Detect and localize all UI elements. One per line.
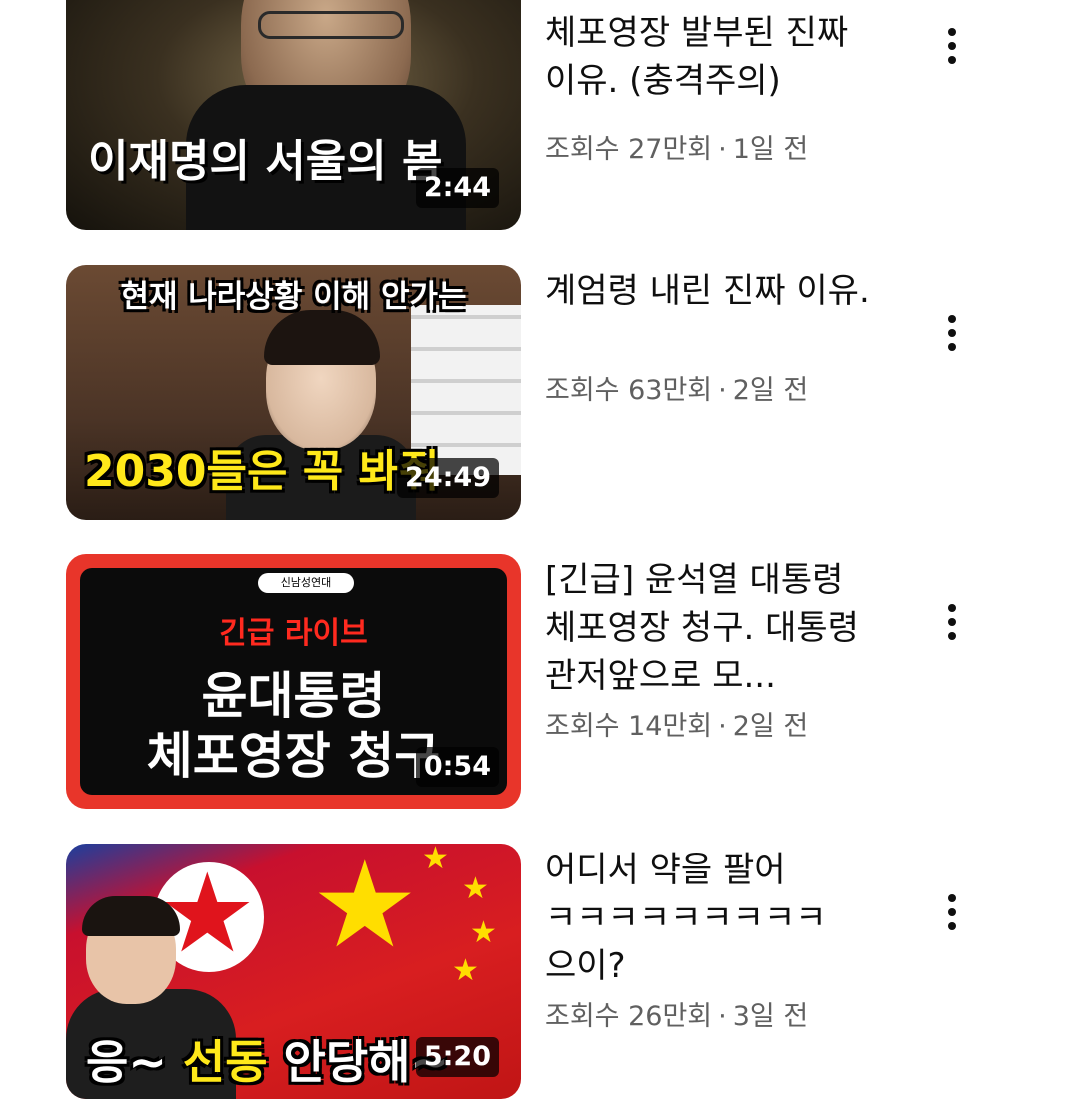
video-meta: 조회수 26만회 · 3일 전	[545, 994, 808, 1033]
video-item[interactable]: 현재 나라상황 이해 안가는 2030들은 꼭 봐줘 24:49 계엄령 내린 …	[0, 265, 1080, 525]
thumbnail-caption-top: 긴급 라이브	[219, 616, 368, 651]
thumbnail-badge: 신남성연대	[258, 573, 354, 593]
video-item[interactable]: ★ ★ ★ ★ ★ ★ 응~ 선동 안당해~ 5:20 어디서 약을 팔어 ㅋㅋ…	[0, 844, 1080, 1104]
video-thumbnail[interactable]: ★ ★ ★ ★ ★ ★ 응~ 선동 안당해~ 5:20	[66, 844, 521, 1099]
more-vert-icon[interactable]	[930, 16, 974, 76]
video-item[interactable]: 신남성연대 긴급 라이브 윤대통령 체포영장 청구 0:54 [긴급] 윤석열 …	[0, 554, 1080, 814]
meta-separator: ·	[718, 711, 727, 742]
thumbnail-caption: 이재명의 서울의 봄	[88, 136, 443, 187]
thumbnail-caption-top: 현재 나라상황 이해 안가는	[120, 279, 467, 315]
thumbnail-hair	[264, 310, 380, 365]
video-meta: 조회수 14만회 · 2일 전	[545, 704, 808, 743]
small-star-icon: ★	[462, 871, 489, 906]
upload-age: 3일 전	[732, 1001, 809, 1032]
video-title[interactable]: 어디서 약을 팔어 ㅋㅋㅋㅋㅋㅋㅋㅋㅋ 으이?	[545, 846, 875, 990]
video-title[interactable]: 현정 최초 대통령 체포영장 발부된 진짜 이유. (충격주의)	[545, 0, 875, 105]
duration-badge: 0:54	[415, 747, 499, 787]
thumbnail-caption-bottom: 2030들은 꼭 봐줘	[84, 446, 440, 497]
more-vert-icon[interactable]	[930, 882, 974, 942]
upload-age: 1일 전	[732, 134, 809, 165]
thumbnail-caption: 응~ 선동 안당해~	[86, 1035, 450, 1089]
small-star-icon: ★	[470, 915, 497, 950]
small-star-icon: ★	[422, 844, 449, 876]
video-item[interactable]: 이재명의 서울의 봄 2:44 현정 최초 대통령 체포영장 발부된 진짜 이유…	[0, 0, 1080, 235]
view-count: 조회수 26만회	[545, 1001, 713, 1032]
video-thumbnail[interactable]: 이재명의 서울의 봄 2:44	[66, 0, 521, 230]
thumbnail-glasses	[258, 11, 404, 39]
small-star-icon: ★	[452, 953, 479, 988]
meta-separator: ·	[718, 1001, 727, 1032]
video-thumbnail[interactable]: 현재 나라상황 이해 안가는 2030들은 꼭 봐줘 24:49	[66, 265, 521, 520]
yellow-star-icon: ★	[311, 844, 419, 975]
meta-separator: ·	[718, 375, 727, 406]
meta-separator: ·	[718, 134, 727, 165]
video-meta: 조회수 27만회 · 1일 전	[545, 127, 808, 166]
view-count: 조회수 27만회	[545, 134, 713, 165]
duration-badge: 5:20	[415, 1037, 499, 1077]
duration-badge: 2:44	[415, 168, 499, 208]
video-thumbnail[interactable]: 신남성연대 긴급 라이브 윤대통령 체포영장 청구 0:54	[66, 554, 521, 809]
upload-age: 2일 전	[732, 375, 809, 406]
more-vert-icon[interactable]	[930, 303, 974, 363]
more-vert-icon[interactable]	[930, 592, 974, 652]
video-title[interactable]: 계엄령 내린 진짜 이유.	[545, 267, 875, 315]
view-count: 조회수 63만회	[545, 375, 713, 406]
video-title[interactable]: [긴급] 윤석열 대통령 체포영장 청구. 대통령 관저앞으로 모...	[545, 556, 875, 700]
duration-badge: 24:49	[397, 458, 499, 498]
view-count: 조회수 14만회	[545, 711, 713, 742]
upload-age: 2일 전	[732, 711, 809, 742]
video-meta: 조회수 63만회 · 2일 전	[545, 368, 808, 407]
